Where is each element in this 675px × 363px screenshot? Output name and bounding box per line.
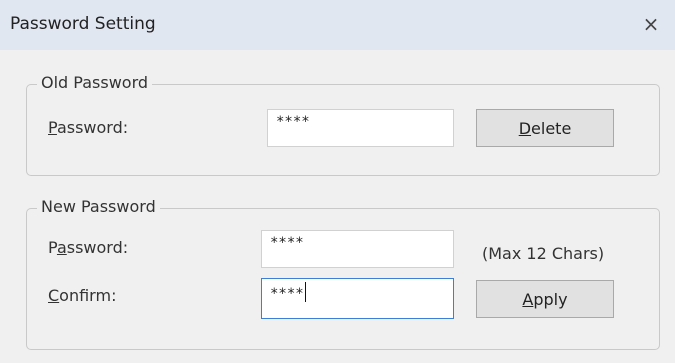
confirm-password-field[interactable]: **** — [261, 278, 454, 319]
confirm-password-value: **** — [270, 286, 304, 302]
mnemonic-a-apply: A — [522, 289, 534, 309]
mnemonic-p: P — [48, 118, 57, 137]
close-icon[interactable]: × — [637, 10, 665, 38]
old-password-field[interactable]: **** — [267, 109, 454, 147]
max-chars-hint: (Max 12 Chars) — [482, 244, 605, 263]
label-rest: onfirm: — [59, 286, 117, 305]
apply-label-rest: pply — [533, 289, 568, 309]
password-setting-dialog: Password Setting × Old Password Password… — [0, 0, 675, 363]
delete-button[interactable]: Delete — [476, 109, 614, 147]
old-password-legend: Old Password — [37, 73, 153, 92]
text-caret — [304, 282, 306, 302]
confirm-label: Confirm: — [48, 286, 116, 305]
delete-label-rest: elete — [531, 118, 572, 138]
label-pre: P — [48, 238, 57, 257]
label-rest: ssword: — [66, 238, 129, 257]
mnemonic-a: a — [56, 238, 67, 257]
new-password-value: **** — [270, 235, 304, 251]
old-password-value: **** — [276, 114, 310, 130]
new-password-field[interactable]: **** — [261, 230, 454, 268]
label-rest: assword: — [56, 118, 129, 137]
title-bar[interactable]: Password Setting × — [0, 0, 675, 50]
new-password-legend: New Password — [37, 197, 160, 216]
mnemonic-c: C — [48, 286, 60, 305]
new-password-label: Password: — [48, 238, 128, 257]
old-password-label: Password: — [48, 118, 128, 137]
mnemonic-d: D — [518, 118, 532, 138]
apply-button[interactable]: Apply — [476, 280, 614, 318]
window-title: Password Setting — [10, 14, 156, 34]
